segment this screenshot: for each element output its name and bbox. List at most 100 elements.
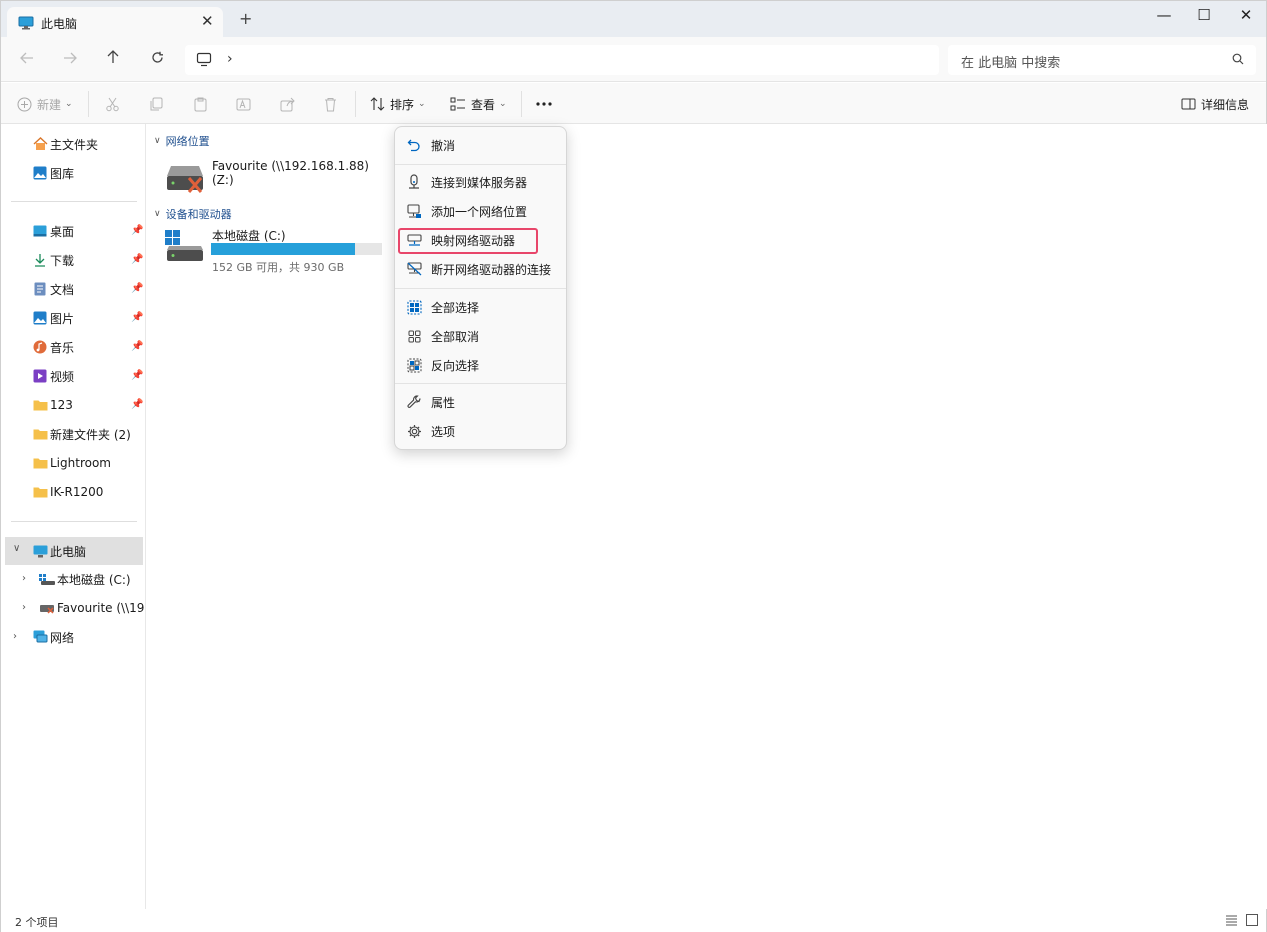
- folder-icon: [32, 397, 48, 413]
- maximize-button[interactable]: ☐: [1189, 5, 1219, 27]
- paste-icon: [194, 97, 207, 111]
- sidebar-item-music[interactable]: 音乐: [32, 335, 74, 359]
- details-label: 详细信息: [1201, 97, 1250, 112]
- sidebar-item-pictures[interactable]: 图片: [32, 306, 74, 330]
- video-icon: [32, 368, 48, 384]
- sidebar-item-label: 图库: [50, 166, 75, 181]
- sidebar-item-desktop[interactable]: 桌面: [32, 219, 74, 243]
- menu-item-add-network-location[interactable]: 添加一个网络位置: [399, 197, 563, 225]
- sidebar-item-label: 视频: [50, 369, 75, 384]
- network-drive-name: Favourite (\\192.168.1.88) (Z:): [212, 159, 369, 187]
- paste-button[interactable]: [193, 93, 208, 115]
- sidebar-item-network[interactable]: 网络: [32, 625, 74, 649]
- sidebar-item-folder-123[interactable]: 123: [32, 393, 73, 417]
- share-button[interactable]: [280, 93, 295, 115]
- pin-icon: 📌: [131, 341, 144, 352]
- menu-item-options[interactable]: 选项: [399, 417, 563, 445]
- view-button[interactable]: 查看 ⌄: [450, 93, 507, 115]
- toolbar-divider: [355, 91, 356, 117]
- sidebar-item-new-folder[interactable]: 新建文件夹 (2): [32, 422, 131, 446]
- delete-button[interactable]: [323, 93, 338, 115]
- sidebar-item-downloads[interactable]: 下载: [32, 248, 74, 272]
- search-placeholder: 在 此电脑 中搜索: [961, 56, 1061, 71]
- sidebar-item-gallery[interactable]: 图库: [32, 161, 74, 185]
- menu-item-select-none[interactable]: 全部取消: [399, 322, 563, 350]
- folder-icon: [32, 426, 48, 442]
- navigation-pane: 主文件夹 图库 桌面 📌 下载 📌 文档 📌 图片 📌 音乐 📌 视频 📌 12…: [1, 124, 146, 909]
- forward-button[interactable]: [58, 49, 82, 71]
- menu-item-label: 全部取消: [431, 329, 480, 344]
- drive-usage-bar: [211, 243, 382, 255]
- sidebar-item-label: 本地磁盘 (C:): [57, 572, 131, 587]
- sidebar-item-ik-r1200[interactable]: IK-R1200: [32, 480, 103, 504]
- menu-divider: [395, 164, 566, 165]
- new-button[interactable]: 新建 ⌄: [17, 93, 73, 115]
- sidebar-item-label: 此电脑: [50, 544, 87, 559]
- chevron-right-icon[interactable]: ›: [22, 573, 26, 584]
- gallery-icon: [32, 165, 48, 181]
- close-tab-button[interactable]: ✕: [201, 12, 214, 30]
- disconnect-drive-icon: [405, 260, 423, 278]
- refresh-button[interactable]: [145, 49, 169, 71]
- group-header-network[interactable]: ∨ 网络位置: [154, 133, 210, 149]
- search-box[interactable]: 在 此电脑 中搜索: [948, 45, 1256, 75]
- folder-icon: [32, 455, 48, 471]
- menu-item-connect-media-server[interactable]: 连接到媒体服务器: [399, 168, 563, 196]
- menu-item-invert-selection[interactable]: 反向选择: [399, 351, 563, 379]
- menu-item-disconnect-network-drive[interactable]: 断开网络驱动器的连接: [399, 255, 563, 283]
- network-drive-tile[interactable]: Favourite (\\192.168.1.88) (Z:): [163, 156, 393, 200]
- sort-button[interactable]: 排序 ⌄: [370, 93, 426, 115]
- copy-button[interactable]: [149, 93, 164, 115]
- scissors-icon: [106, 97, 119, 111]
- home-icon: [32, 136, 48, 152]
- sidebar-item-lightroom[interactable]: Lightroom: [32, 451, 111, 475]
- local-drive-name: 本地磁盘 (C:): [212, 229, 286, 243]
- sidebar-item-label: 主文件夹: [50, 137, 99, 152]
- sidebar-item-this-pc[interactable]: 此电脑: [5, 537, 143, 565]
- breadcrumb-chevron[interactable]: ›: [227, 51, 233, 67]
- chevron-right-icon[interactable]: ›: [22, 602, 26, 613]
- sidebar-item-videos[interactable]: 视频: [32, 364, 74, 388]
- music-icon: [32, 339, 48, 355]
- group-header-devices[interactable]: ∨ 设备和驱动器: [154, 206, 232, 222]
- local-drive-tile[interactable]: 本地磁盘 (C:) 152 GB 可用，共 930 GB: [163, 227, 393, 277]
- sidebar-divider: [11, 521, 137, 522]
- toolbar-divider: [88, 91, 89, 117]
- chevron-right-icon[interactable]: ›: [13, 631, 17, 642]
- cut-button[interactable]: [105, 93, 120, 115]
- sidebar-item-local-disk[interactable]: 本地磁盘 (C:): [39, 567, 144, 591]
- share-icon: [280, 97, 295, 111]
- menu-item-properties[interactable]: 属性: [399, 388, 563, 416]
- close-window-button[interactable]: ✕: [1231, 5, 1261, 27]
- minimize-button[interactable]: —: [1149, 5, 1179, 27]
- back-button[interactable]: [15, 49, 39, 71]
- sidebar-item-documents[interactable]: 文档: [32, 277, 74, 301]
- monitor-icon: [32, 543, 48, 559]
- up-button[interactable]: [101, 49, 125, 71]
- details-view-button[interactable]: [1225, 914, 1238, 929]
- tiles-view-button[interactable]: [1246, 914, 1258, 929]
- more-button[interactable]: [536, 93, 552, 115]
- menu-item-label: 反向选择: [431, 358, 480, 373]
- sidebar-item-home[interactable]: 主文件夹: [32, 132, 98, 156]
- more-icon: [536, 102, 552, 106]
- rename-button[interactable]: [236, 93, 251, 115]
- drive-usage-fill: [211, 243, 355, 255]
- chevron-down-icon: ⌄: [499, 99, 507, 109]
- new-tab-button[interactable]: +: [239, 11, 252, 27]
- arrow-right-icon: [64, 52, 77, 64]
- group-header-label: 设备和驱动器: [165, 208, 232, 221]
- media-server-icon: [405, 173, 423, 191]
- wrench-icon: [405, 393, 423, 411]
- pin-icon: 📌: [131, 254, 144, 265]
- tab-this-pc[interactable]: 此电脑 ✕: [7, 7, 223, 37]
- details-pane-button[interactable]: 详细信息: [1181, 93, 1249, 115]
- chevron-down-icon[interactable]: ∨: [13, 543, 20, 554]
- sidebar-item-favourite[interactable]: Favourite (\\192.: [39, 596, 144, 620]
- sidebar-item-label: Favourite (\\192.: [57, 601, 144, 615]
- menu-item-select-all[interactable]: 全部选择: [399, 293, 563, 321]
- menu-divider: [395, 383, 566, 384]
- select-none-icon: [405, 327, 423, 345]
- menu-item-undo[interactable]: 撤消: [399, 131, 563, 159]
- address-bar[interactable]: ›: [185, 45, 939, 75]
